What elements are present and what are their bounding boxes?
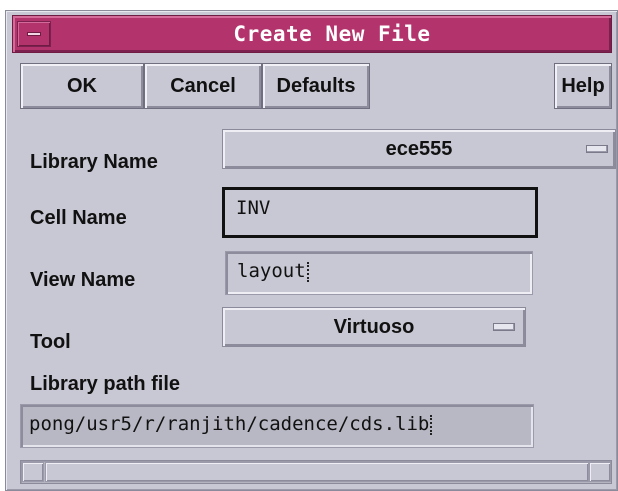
- scrollbar-thumb[interactable]: [45, 462, 589, 482]
- view-name-field[interactable]: layout: [225, 251, 533, 295]
- cancel-button[interactable]: Cancel: [144, 63, 262, 109]
- scroll-left-arrow-icon[interactable]: [22, 462, 44, 482]
- option-menu-indicator-icon: [586, 145, 608, 153]
- library-name-value: ece555: [385, 138, 453, 160]
- ok-button[interactable]: OK: [20, 63, 144, 109]
- horizontal-scrollbar[interactable]: [20, 460, 612, 484]
- cell-name-field[interactable]: INV: [222, 187, 538, 238]
- tool-label: Tool: [30, 331, 71, 353]
- tool-option-menu[interactable]: Virtuoso: [222, 307, 526, 347]
- scroll-right-arrow-icon[interactable]: [589, 462, 611, 482]
- tool-value: Virtuoso: [333, 316, 415, 338]
- window-menu-icon: [27, 32, 41, 36]
- cell-name-label: Cell Name: [30, 207, 127, 229]
- text-cursor: [430, 414, 434, 435]
- title-bar[interactable]: Create New File: [12, 15, 612, 53]
- library-path-value: pong/usr5/r/ranjith/cadence/cds.lib: [29, 413, 430, 435]
- text-cursor: [306, 261, 311, 282]
- library-name-option-menu[interactable]: ece555: [222, 129, 616, 169]
- create-new-file-dialog: Create New File OK Cancel Defaults Help …: [5, 10, 618, 491]
- defaults-button[interactable]: Defaults: [262, 63, 370, 109]
- library-path-label: Library path file: [30, 373, 181, 395]
- view-name-label: View Name: [30, 269, 136, 291]
- library-path-field[interactable]: pong/usr5/r/ranjith/cadence/cds.lib: [20, 404, 534, 448]
- option-menu-indicator-icon: [493, 323, 515, 331]
- window-menu-button[interactable]: [17, 21, 51, 47]
- window-title: Create New File: [233, 22, 431, 46]
- view-name-value: layout: [237, 260, 306, 282]
- library-name-label: Library Name: [30, 151, 158, 173]
- help-button[interactable]: Help: [554, 63, 612, 109]
